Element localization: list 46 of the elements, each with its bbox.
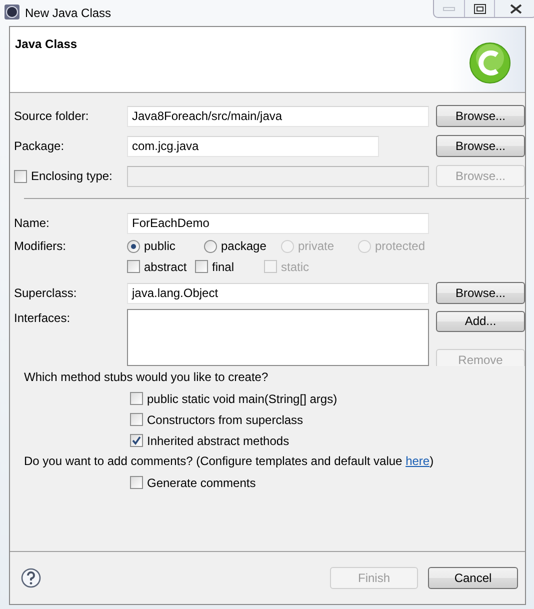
radio-label: private [298,239,334,253]
help-icon[interactable] [21,568,41,588]
name-field[interactable]: ForEachDemo [127,212,429,234]
question-text: Which method stubs would you like to create? [24,369,270,386]
class-icon [469,42,511,84]
window-title: New Java Class [25,6,112,20]
radio-label: public [144,239,176,253]
field-label: Modifiers: [14,239,68,253]
close-icon[interactable] [510,4,522,14]
page-title: Java Class [15,37,78,51]
radio-button[interactable] [127,240,140,252]
checkbox-label: static [281,260,310,274]
superclass-field[interactable]: java.lang.Object [127,282,429,304]
checkbox-label: Generate comments [147,476,256,490]
field-label: Name: [14,216,50,230]
checkbox[interactable] [127,260,140,273]
checkbox[interactable] [195,260,208,273]
field-label: Interfaces: [14,311,72,325]
field-label: Superclass: [14,286,78,300]
radio-button[interactable] [204,240,217,252]
question-text: Do you want to add comments? (Configure templates and default value here) [24,453,435,470]
checkbox-label: public static void main(String[] args) [147,392,338,406]
radio-label: protected [375,239,426,253]
checkbox[interactable] [130,476,143,489]
checkbox-label: abstract [144,260,187,274]
field-label: Enclosing type: [31,169,112,183]
here-link[interactable]: here [406,454,430,468]
checkbox[interactable] [130,392,143,405]
app-icon [4,4,20,20]
text-field[interactable]: Java8Foreach/src/main/java [127,106,429,126]
browse-button[interactable]: Browse... [436,105,525,127]
add-button[interactable]: Add... [436,311,525,332]
checkbox[interactable] [130,413,143,426]
field-label: Source folder: [14,109,90,123]
maximize-icon[interactable] [474,4,486,14]
browse-button[interactable]: Browse... [436,135,525,157]
checkbox-label: Constructors from superclass [147,412,304,426]
radio-label: package [221,239,266,253]
field-label: Package: [14,139,66,153]
browse-button[interactable]: Browse... [436,282,525,304]
cancel-button[interactable]: Cancel [428,567,518,589]
interfaces-list[interactable] [127,309,429,366]
checkbox-label: final [212,260,234,274]
checkbox-label: Inherited abstract methods [147,434,290,448]
checkbox[interactable] [130,434,143,447]
text-field[interactable]: com.jcg.java [127,136,379,156]
